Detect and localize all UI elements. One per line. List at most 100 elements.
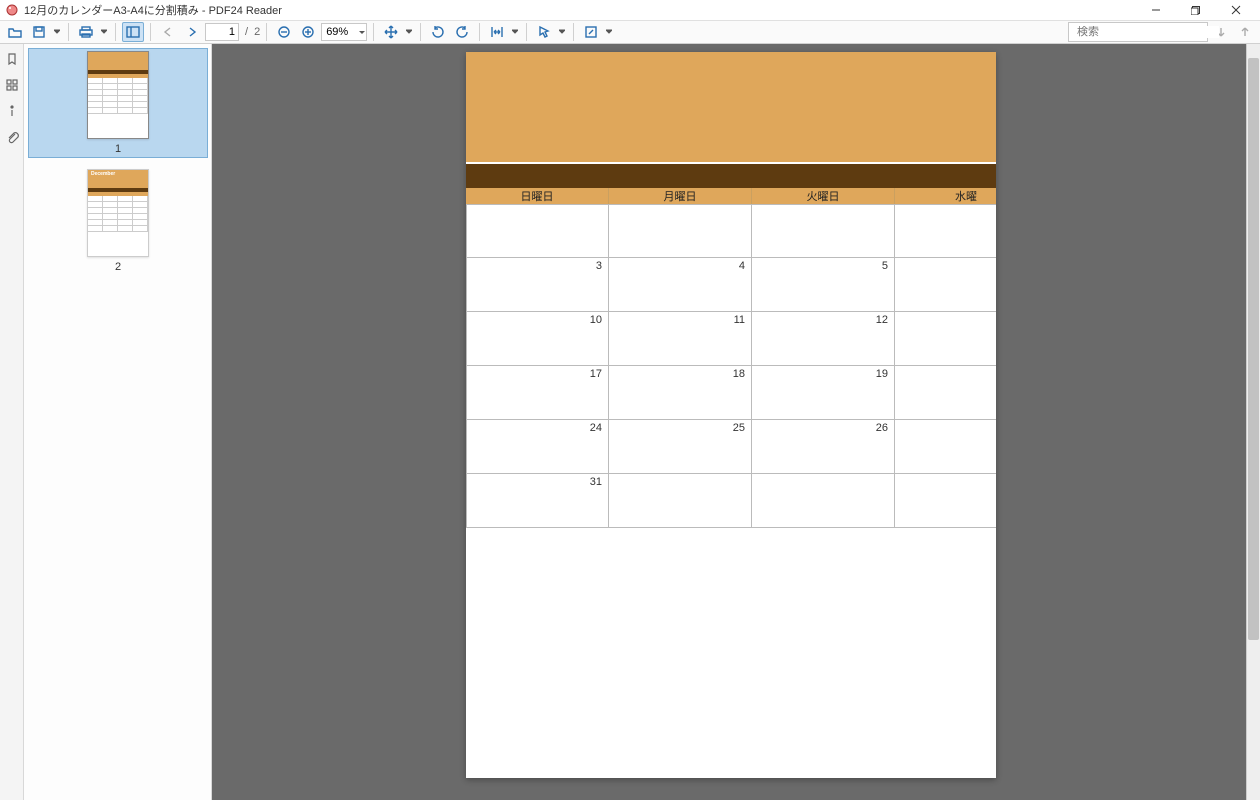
calendar-cell bbox=[752, 474, 895, 528]
print-dropdown[interactable] bbox=[99, 29, 109, 35]
calendar-cell: 12 bbox=[752, 312, 895, 366]
side-icon-bar bbox=[0, 44, 24, 800]
minimize-button[interactable] bbox=[1136, 0, 1176, 20]
close-button[interactable] bbox=[1216, 0, 1256, 20]
calendar-title-bar bbox=[466, 164, 996, 188]
day-number: 25 bbox=[733, 422, 745, 434]
calendar-cell bbox=[895, 474, 996, 528]
day-header-cell: 月曜日 bbox=[609, 188, 752, 204]
pan-dropdown[interactable] bbox=[404, 29, 414, 35]
zoom-out-button[interactable] bbox=[273, 22, 295, 42]
day-number: 5 bbox=[882, 260, 888, 272]
day-number: 10 bbox=[590, 314, 602, 326]
fit-dropdown[interactable] bbox=[510, 29, 520, 35]
day-number: 12 bbox=[876, 314, 888, 326]
calendar-cell: 18 bbox=[609, 366, 752, 420]
day-number: 31 bbox=[590, 476, 602, 488]
calendar-cell bbox=[895, 366, 996, 420]
window-title: 12月のカレンダーA3-A4に分割積み - PDF24 Reader bbox=[24, 2, 1136, 18]
day-number: 24 bbox=[590, 422, 602, 434]
search-prev-button[interactable] bbox=[1234, 22, 1256, 42]
zoom-in-button[interactable] bbox=[297, 22, 319, 42]
calendar-cell bbox=[895, 312, 996, 366]
calendar-cell: 10 bbox=[466, 312, 609, 366]
pan-button[interactable] bbox=[380, 22, 402, 42]
titlebar: 12月のカレンダーA3-A4に分割積み - PDF24 Reader bbox=[0, 0, 1260, 20]
calendar-row: 3 4 5 bbox=[466, 258, 996, 312]
day-number: 18 bbox=[733, 368, 745, 380]
info-icon[interactable] bbox=[3, 102, 21, 120]
day-number: 3 bbox=[596, 260, 602, 272]
calendar-cell: 24 bbox=[466, 420, 609, 474]
calendar-cell: 19 bbox=[752, 366, 895, 420]
toolbar: / 2 bbox=[0, 20, 1260, 44]
print-button[interactable] bbox=[75, 22, 97, 42]
zoom-input[interactable] bbox=[321, 23, 367, 41]
day-header-cell: 水曜 bbox=[895, 188, 996, 204]
bookmark-icon[interactable] bbox=[3, 50, 21, 68]
day-number: 4 bbox=[739, 260, 745, 272]
search-box[interactable] bbox=[1068, 22, 1208, 42]
page-separator: / bbox=[241, 26, 252, 38]
sidebar-toggle-button[interactable] bbox=[122, 22, 144, 42]
vertical-scrollbar[interactable] bbox=[1246, 44, 1260, 800]
thumbnail-number: 2 bbox=[31, 261, 205, 273]
calendar-row: 31 bbox=[466, 474, 996, 528]
calendar-cell: 31 bbox=[466, 474, 609, 528]
thumb2-title: December bbox=[91, 171, 115, 177]
thumbnail-panel: 1 December 2 bbox=[24, 44, 212, 800]
calendar-cell bbox=[609, 474, 752, 528]
fit-width-button[interactable] bbox=[486, 22, 508, 42]
calendar-cell: 11 bbox=[609, 312, 752, 366]
save-button[interactable] bbox=[28, 22, 50, 42]
day-number: 11 bbox=[734, 314, 745, 326]
attachment-icon[interactable] bbox=[3, 128, 21, 146]
day-header-cell: 火曜日 bbox=[752, 188, 895, 204]
edit-dropdown[interactable] bbox=[604, 29, 614, 35]
edit-button[interactable] bbox=[580, 22, 602, 42]
page-number-input[interactable] bbox=[205, 23, 239, 41]
page-total: 2 bbox=[254, 26, 260, 38]
calendar-day-header: 日曜日 月曜日 火曜日 水曜 bbox=[466, 188, 996, 204]
calendar-cell: 5 bbox=[752, 258, 895, 312]
calendar-cell bbox=[466, 204, 609, 258]
calendar-row: 17 18 19 bbox=[466, 366, 996, 420]
calendar-cell bbox=[609, 204, 752, 258]
calendar-cell bbox=[752, 204, 895, 258]
search-input[interactable] bbox=[1077, 26, 1219, 38]
day-header-cell: 日曜日 bbox=[466, 188, 609, 204]
scrollbar-thumb[interactable] bbox=[1248, 58, 1259, 640]
day-number: 17 bbox=[590, 368, 602, 380]
calendar-cell: 17 bbox=[466, 366, 609, 420]
pdf-page: 日曜日 月曜日 火曜日 水曜 3 4 5 10 11 12 17 18 19 24 25 26 31 bbox=[466, 52, 996, 778]
prev-page-button[interactable] bbox=[157, 22, 179, 42]
calendar-cell bbox=[895, 420, 996, 474]
calendar-row: 24 25 26 bbox=[466, 420, 996, 474]
calendar-cell: 25 bbox=[609, 420, 752, 474]
calendar-cell: 3 bbox=[466, 258, 609, 312]
thumbnails-icon[interactable] bbox=[3, 76, 21, 94]
maximize-button[interactable] bbox=[1176, 0, 1216, 20]
calendar-row bbox=[466, 204, 996, 258]
thumbnail-2[interactable]: December 2 bbox=[28, 166, 208, 276]
select-button[interactable] bbox=[533, 22, 555, 42]
calendar-cell bbox=[895, 204, 996, 258]
document-viewer[interactable]: 日曜日 月曜日 火曜日 水曜 3 4 5 10 11 12 17 18 19 24 25 26 31 bbox=[212, 44, 1260, 800]
day-number: 19 bbox=[876, 368, 888, 380]
select-dropdown[interactable] bbox=[557, 29, 567, 35]
open-button[interactable] bbox=[4, 22, 26, 42]
app-icon bbox=[4, 2, 20, 18]
calendar-cell bbox=[895, 258, 996, 312]
save-dropdown[interactable] bbox=[52, 29, 62, 35]
calendar-cell: 26 bbox=[752, 420, 895, 474]
calendar-body: 3 4 5 10 11 12 17 18 19 24 25 26 31 bbox=[466, 204, 996, 528]
calendar-row: 10 11 12 bbox=[466, 312, 996, 366]
rotate-ccw-button[interactable] bbox=[427, 22, 449, 42]
next-page-button[interactable] bbox=[181, 22, 203, 42]
rotate-cw-button[interactable] bbox=[451, 22, 473, 42]
day-number: 26 bbox=[876, 422, 888, 434]
thumbnail-1[interactable]: 1 bbox=[28, 48, 208, 158]
calendar-header-block bbox=[466, 52, 996, 162]
thumbnail-number: 1 bbox=[31, 143, 205, 155]
calendar-cell: 4 bbox=[609, 258, 752, 312]
